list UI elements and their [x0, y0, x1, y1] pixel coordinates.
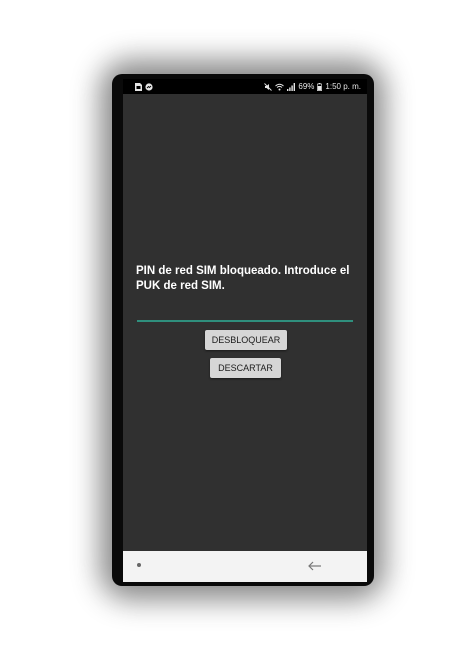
screenshot-stage: 69% 1:50 p. m. PIN de red SIM bloqueado.…	[0, 0, 470, 665]
battery-icon	[317, 82, 323, 91]
sim-locked-message: PIN de red SIM bloqueado. Introduce el P…	[136, 265, 350, 292]
back-arrow-icon[interactable]	[307, 558, 323, 574]
dismiss-button[interactable]: DESCARTAR	[210, 358, 281, 378]
wifi-icon	[275, 83, 285, 91]
navigation-bar	[123, 551, 367, 582]
battery-percent: 69%	[298, 82, 315, 91]
unlock-button[interactable]: DESBLOQUEAR	[205, 330, 287, 350]
puk-input-field[interactable]	[137, 320, 353, 322]
phone-screen: 69% 1:50 p. m. PIN de red SIM bloqueado.…	[123, 79, 367, 582]
status-bar: 69% 1:50 p. m.	[123, 79, 367, 94]
recents-dot-icon[interactable]	[137, 563, 141, 567]
sim-card-icon	[135, 82, 142, 91]
messenger-icon	[145, 82, 153, 91]
status-time: 1:50 p. m.	[325, 82, 361, 91]
mute-icon	[264, 82, 273, 91]
signal-icon	[287, 82, 296, 91]
